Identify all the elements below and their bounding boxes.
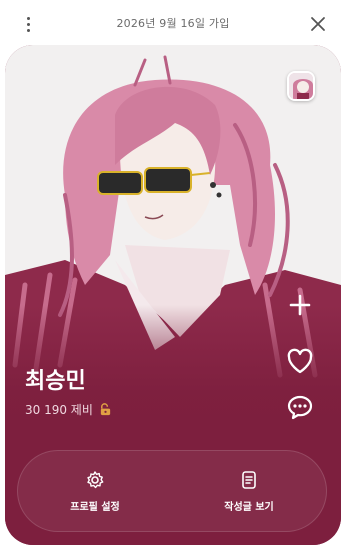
view-posts-label: 작성글 보기 [224,501,274,513]
document-icon [242,470,256,489]
gear-icon [87,470,104,488]
profile-settings-label: 프로필 설정 [70,501,120,513]
add-button[interactable] [283,288,317,322]
plus-icon [289,294,311,316]
profile-thumbnail[interactable] [287,71,315,101]
profile-card: 최승민 30 190 제비 프로필 설정 작성글 보기 [5,45,341,545]
heart-icon [287,348,313,374]
top-bar: 2026년 9월 16일 가입 [0,0,346,46]
count-row: 30 190 제비 [25,401,112,418]
view-posts-button[interactable]: 작성글 보기 [172,451,326,531]
like-button[interactable] [283,344,317,378]
bottom-action-bar: 프로필 설정 작성글 보기 [17,450,327,532]
message-button[interactable] [283,390,317,424]
lock-open-icon [100,403,111,416]
profile-settings-button[interactable]: 프로필 설정 [18,451,172,531]
join-date: 2026년 9월 16일 가입 [116,17,230,30]
chat-bubble-icon [287,395,313,420]
profile-name: 최승민 [25,369,86,394]
count-text: 30 190 제비 [25,403,93,417]
close-icon[interactable] [308,14,328,34]
